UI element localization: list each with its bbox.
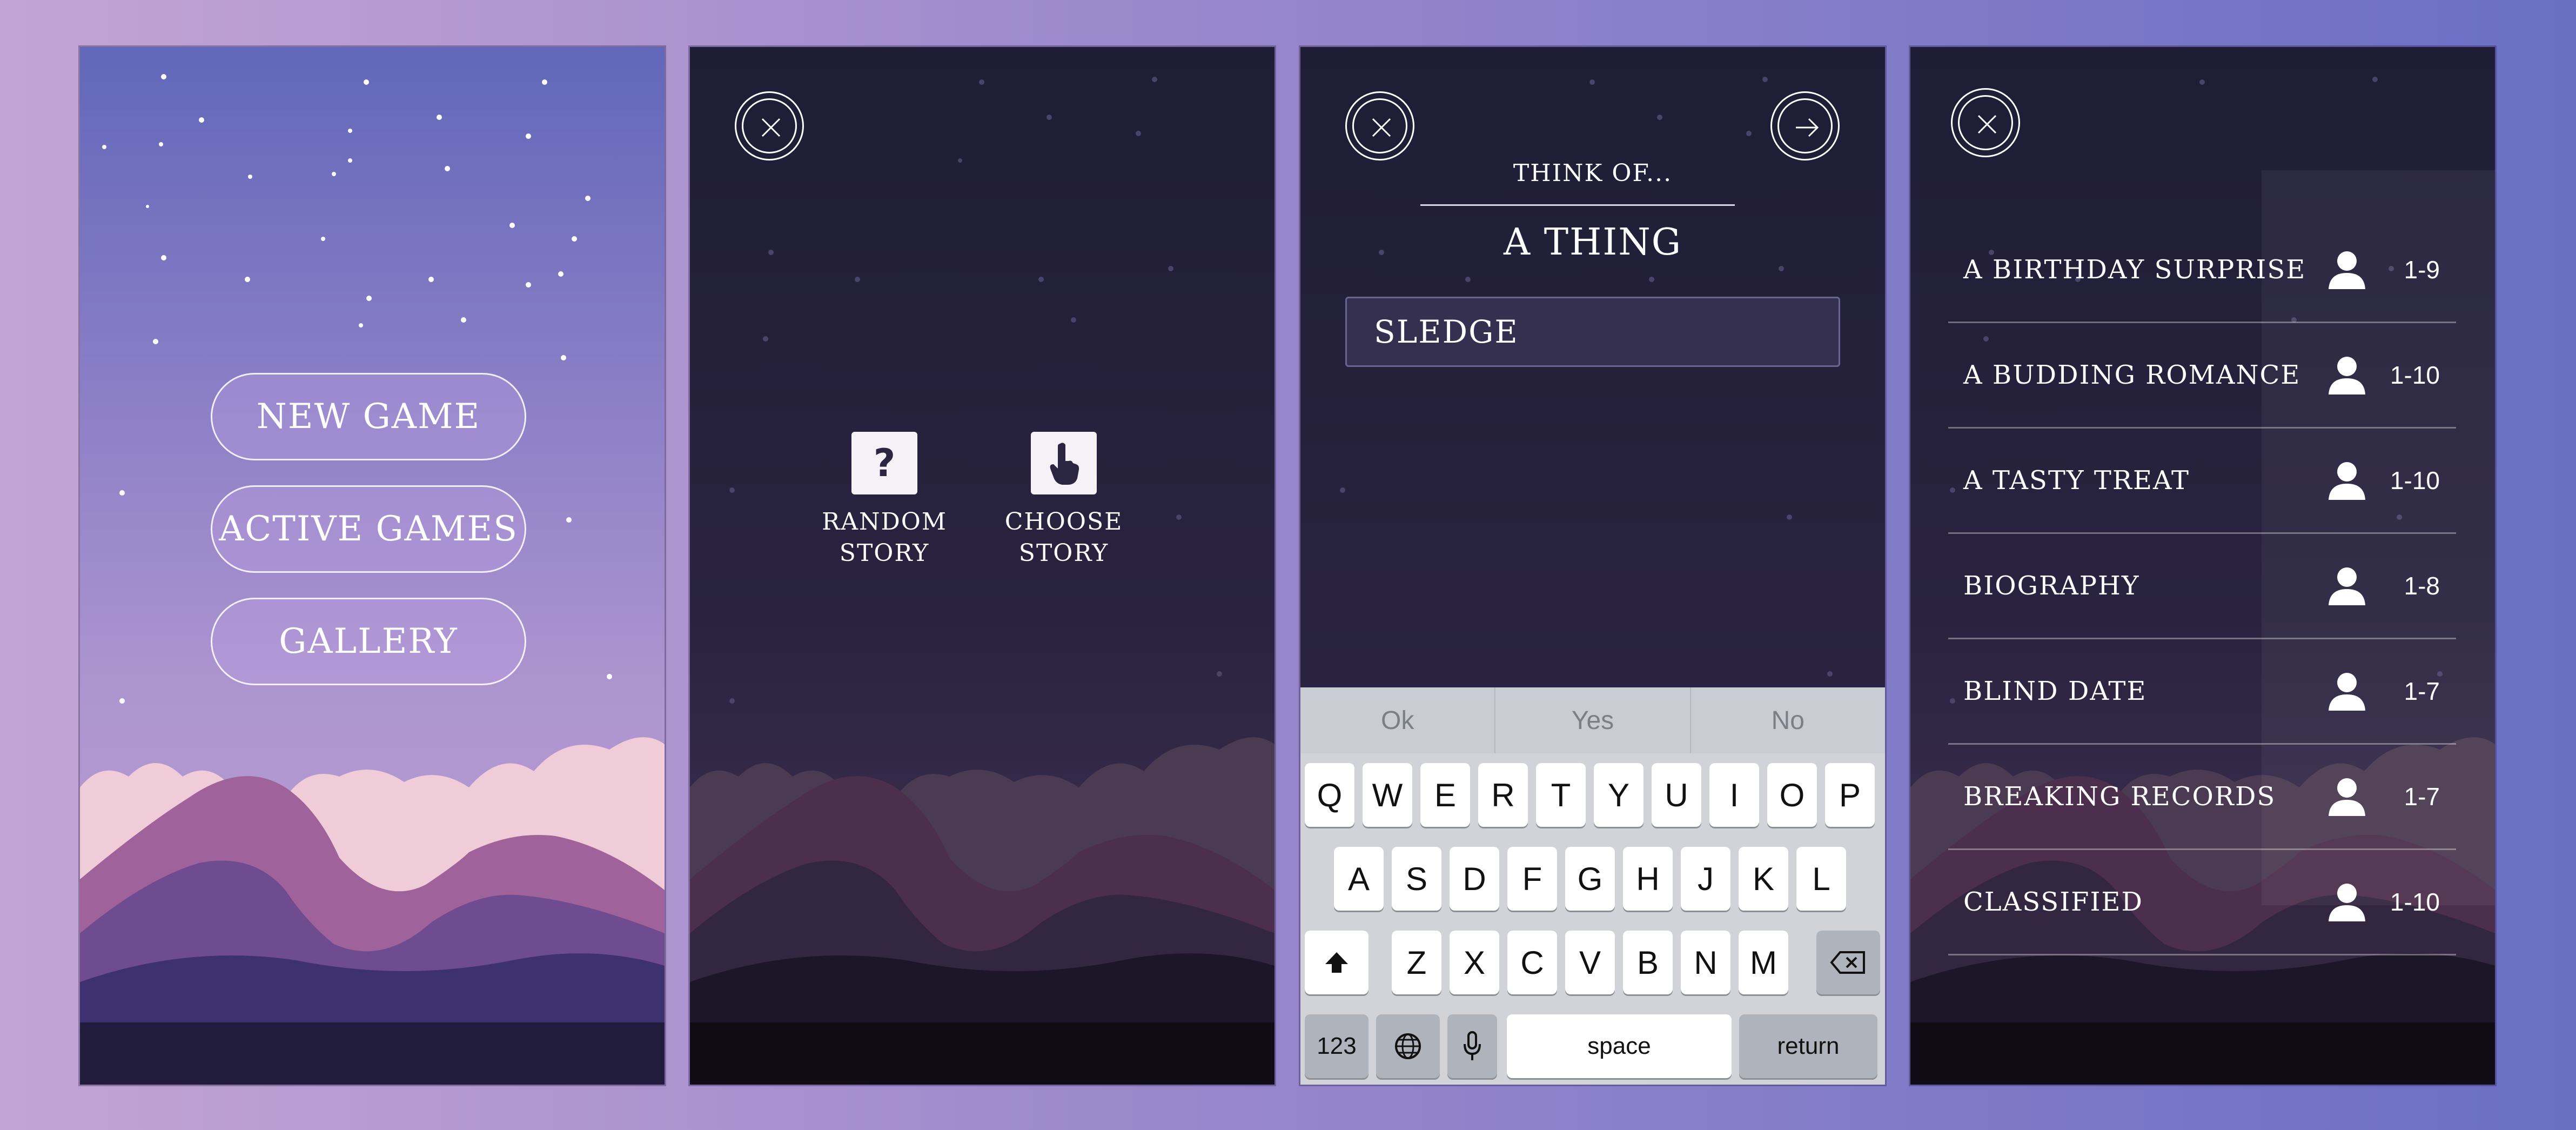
- next-button[interactable]: [1770, 91, 1840, 161]
- person-icon: [2329, 462, 2365, 500]
- key-s[interactable]: S: [1392, 847, 1441, 911]
- story-name: BREAKING RECORDS: [1963, 781, 2276, 812]
- key-i[interactable]: I: [1709, 763, 1759, 827]
- prompt-heading: THINK OF...: [1513, 159, 1673, 187]
- close-icon: [1372, 118, 1391, 137]
- question-mark-icon: ?: [851, 432, 917, 494]
- story-mode-screen: ? RANDOM STORY CHOOSE STORY: [690, 47, 1274, 1085]
- story-row[interactable]: BLIND DATE 1-7: [1948, 639, 2456, 745]
- key-a[interactable]: A: [1334, 847, 1384, 911]
- suggestion-yes[interactable]: Yes: [1495, 687, 1691, 753]
- key-v[interactable]: V: [1565, 931, 1615, 994]
- backspace-key[interactable]: [1816, 931, 1880, 994]
- story-name: A TASTY TREAT: [1963, 465, 2190, 496]
- key-r[interactable]: R: [1478, 763, 1528, 827]
- key-t[interactable]: T: [1536, 763, 1586, 827]
- gallery-button[interactable]: GALLERY: [211, 598, 526, 685]
- person-icon: [2329, 567, 2365, 605]
- numbers-key[interactable]: 123: [1305, 1014, 1369, 1078]
- player-count: 1-10: [2390, 361, 2440, 389]
- key-y[interactable]: Y: [1594, 763, 1643, 827]
- story-row[interactable]: BREAKING RECORDS 1-7: [1948, 745, 2456, 850]
- return-key[interactable]: return: [1739, 1014, 1877, 1078]
- new-game-button[interactable]: NEW GAME: [211, 373, 526, 460]
- key-k[interactable]: K: [1739, 847, 1788, 911]
- main-menu-screen: NEW GAME ACTIVE GAMES GALLERY: [80, 47, 665, 1085]
- key-b[interactable]: B: [1623, 931, 1673, 994]
- arrow-right-icon: [1796, 118, 1819, 137]
- story-row[interactable]: A TASTY TREAT 1-10: [1948, 429, 2456, 534]
- word-entry-screen: THINK OF... A THING SLEDGE Ok Yes No Q W…: [1300, 47, 1885, 1085]
- key-n[interactable]: N: [1681, 931, 1730, 994]
- story-name: BIOGRAPHY: [1963, 571, 2140, 601]
- story-row[interactable]: CLASSIFIED 1-10: [1948, 850, 2456, 955]
- prompt-divider: [1420, 204, 1735, 206]
- microphone-icon: [1464, 1031, 1481, 1060]
- person-icon: [2329, 884, 2365, 921]
- onscreen-keyboard: Ok Yes No Q W E R T Y U I O P A S D F G …: [1300, 687, 1885, 1085]
- story-name: A BIRTHDAY SURPRISE: [1963, 255, 2306, 285]
- active-games-button[interactable]: ACTIVE GAMES: [211, 485, 526, 573]
- story-row[interactable]: A BIRTHDAY SURPRISE 1-9: [1948, 218, 2456, 323]
- player-count: 1-7: [2404, 783, 2440, 811]
- suggestion-no[interactable]: No: [1691, 687, 1885, 753]
- story-row[interactable]: BIOGRAPHY 1-8: [1948, 534, 2456, 639]
- prompt-subject: A THING: [1503, 221, 1682, 264]
- person-icon: [2329, 673, 2365, 711]
- shift-arrow-icon: [1325, 952, 1348, 973]
- landscape: [690, 737, 1274, 1085]
- key-l[interactable]: L: [1796, 847, 1846, 911]
- key-h[interactable]: H: [1623, 847, 1673, 911]
- key-g[interactable]: G: [1565, 847, 1615, 911]
- microphone-key[interactable]: [1447, 1014, 1497, 1078]
- close-icon: [1977, 115, 1997, 134]
- word-input[interactable]: SLEDGE: [1345, 297, 1840, 367]
- choose-story-option[interactable]: CHOOSE STORY: [977, 432, 1150, 569]
- suggestion-bar: Ok Yes No: [1300, 687, 1885, 753]
- space-key[interactable]: space: [1507, 1014, 1732, 1078]
- story-name: BLIND DATE: [1963, 676, 2147, 706]
- story-name: CLASSIFIED: [1963, 887, 2143, 917]
- backspace-icon: [1830, 951, 1865, 974]
- globe-icon: [1395, 1033, 1421, 1059]
- key-o[interactable]: O: [1767, 763, 1817, 827]
- landscape: [80, 737, 665, 1085]
- key-j[interactable]: J: [1681, 847, 1730, 911]
- svg-text:?: ?: [874, 442, 896, 485]
- key-d[interactable]: D: [1450, 847, 1499, 911]
- key-m[interactable]: M: [1739, 931, 1788, 994]
- key-u[interactable]: U: [1652, 763, 1701, 827]
- pointing-hand-icon: [1031, 432, 1097, 494]
- player-count: 1-8: [2404, 572, 2440, 600]
- story-list-screen: A BIRTHDAY SURPRISE 1-9 A BUDDING ROMANC…: [1910, 47, 2495, 1085]
- close-button[interactable]: [1951, 88, 2020, 157]
- player-count: 1-10: [2390, 466, 2440, 494]
- random-story-label: RANDOM STORY: [822, 508, 947, 567]
- story-row[interactable]: A BUDDING ROMANCE 1-10: [1948, 323, 2456, 429]
- person-icon: [2329, 357, 2365, 395]
- story-name: A BUDDING ROMANCE: [1963, 360, 2301, 390]
- shift-key[interactable]: [1305, 931, 1369, 994]
- player-count: 1-7: [2404, 677, 2440, 705]
- globe-key[interactable]: [1376, 1014, 1440, 1078]
- close-button[interactable]: [1345, 91, 1414, 161]
- key-q[interactable]: Q: [1305, 763, 1354, 827]
- suggestion-ok[interactable]: Ok: [1300, 687, 1496, 753]
- key-e[interactable]: E: [1420, 763, 1470, 827]
- player-count: 1-10: [2390, 888, 2440, 916]
- random-story-option[interactable]: ? RANDOM STORY: [798, 432, 971, 569]
- key-p[interactable]: P: [1825, 763, 1875, 827]
- person-icon: [2329, 251, 2365, 289]
- choose-story-label: CHOOSE STORY: [1004, 508, 1123, 567]
- row-divider: [1948, 954, 2456, 955]
- key-w[interactable]: W: [1363, 763, 1412, 827]
- key-c[interactable]: C: [1507, 931, 1557, 994]
- player-count: 1-9: [2404, 256, 2440, 284]
- close-icon: [761, 118, 781, 137]
- key-x[interactable]: X: [1450, 931, 1499, 994]
- key-f[interactable]: F: [1507, 847, 1557, 911]
- key-z[interactable]: Z: [1392, 931, 1441, 994]
- person-icon: [2329, 778, 2365, 816]
- close-button[interactable]: [735, 91, 804, 161]
